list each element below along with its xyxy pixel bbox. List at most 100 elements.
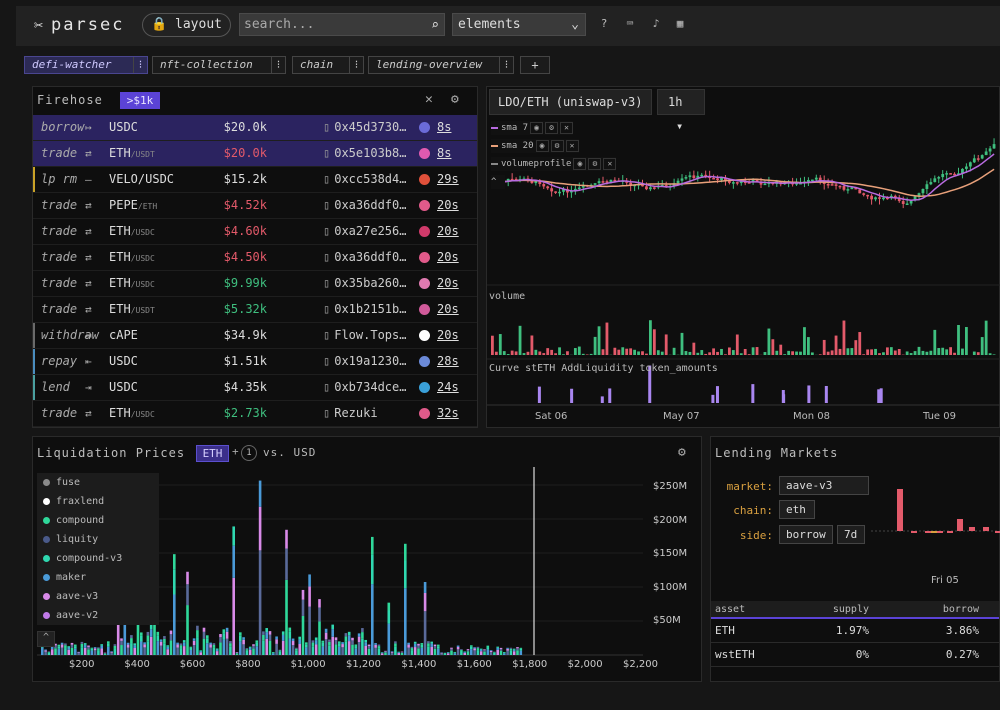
legend-item[interactable]: maker <box>43 572 86 583</box>
elements-select[interactable]: elements ⌄ <box>452 13 586 36</box>
column-header[interactable]: asset <box>715 601 745 619</box>
app-logo[interactable]: ✂ parsec <box>34 15 124 35</box>
kebab-icon[interactable]: ⁝ <box>271 57 285 73</box>
token-pair[interactable]: USDC <box>109 375 138 401</box>
token-pair[interactable]: ETH/USDC <box>109 401 155 427</box>
kebab-icon[interactable]: ⁝ <box>349 57 363 73</box>
age-link[interactable]: 8s <box>437 115 451 140</box>
liquidation-bar <box>437 646 440 649</box>
age-link[interactable]: 20s <box>437 271 459 296</box>
list-item[interactable]: withdraw ↤ cAPE $34.9k ▯ Flow.Tops… 20s <box>33 323 477 349</box>
list-item[interactable]: trade ⇄ ETH/USDC $4.50k ▯ 0xa36ddf0… 20s <box>33 245 477 271</box>
table-row[interactable]: ETH 1.97% 3.86% <box>711 619 999 643</box>
indicator-sma7[interactable]: sma 7 ◉ ⚙ ✕ <box>491 121 574 135</box>
tab-defi-watcher[interactable]: defi-watcher ⁝ <box>24 56 148 74</box>
list-item[interactable]: trade ⇄ ETH/USDT $20.0k ▯ 0x5e103b8… 8s <box>33 141 477 167</box>
liquidation-bar <box>196 625 199 631</box>
token-pair[interactable]: VELO/USDC <box>109 167 174 193</box>
list-item[interactable]: trade ⇄ ETH/USDC $2.73k ▯ Rezuki 32s <box>33 401 477 427</box>
tab-chain[interactable]: chain ⁝ <box>292 56 364 74</box>
pair-title[interactable]: LDO/ETH (uniswap-v3) <box>489 89 652 115</box>
age-link[interactable]: 29s <box>437 167 459 192</box>
token-pair[interactable]: USDC <box>109 115 138 141</box>
age-link[interactable]: 8s <box>437 141 451 166</box>
legend-item[interactable]: compound-v3 <box>43 553 122 564</box>
legend-item[interactable]: aave-v3 <box>43 591 98 602</box>
address-link[interactable]: ▯ 0xcc538d4… <box>323 167 406 192</box>
legend-item[interactable]: fuse <box>43 477 80 488</box>
age-link[interactable]: 24s <box>437 375 459 400</box>
address-link[interactable]: ▯ 0x35ba260… <box>323 271 406 296</box>
collapse-icon[interactable]: ^ <box>491 175 505 189</box>
list-item[interactable]: lp rm — VELO/USDC $15.2k ▯ 0xcc538d4… 29s <box>33 167 477 193</box>
address-link[interactable]: ▯ 0xa36ddf0… <box>323 193 406 218</box>
age-link[interactable]: 28s <box>437 349 459 374</box>
tab-lending-overview[interactable]: lending-overview ⁝ <box>368 56 514 74</box>
interval-select[interactable]: 1h ▾ <box>657 89 705 133</box>
shuffle-icon[interactable]: ✕ <box>425 92 433 107</box>
list-item[interactable]: repay ⇤ USDC $1.51k ▯ 0x19a1230… 28s <box>33 349 477 375</box>
amount-filter-badge[interactable]: >$1k <box>120 92 160 109</box>
address-link[interactable]: ▯ 0xa36ddf0… <box>323 245 406 270</box>
list-item[interactable]: lend ⇥ USDC $4.35k ▯ 0xb734dce… 24s <box>33 375 477 401</box>
market-select[interactable]: aave-v3 <box>779 476 869 495</box>
grid-icon[interactable]: ▦ <box>673 17 687 31</box>
age-link[interactable]: 20s <box>437 193 459 218</box>
token-pair[interactable]: USDC <box>109 349 138 375</box>
liquidation-bar <box>143 647 146 655</box>
age-link[interactable]: 20s <box>437 245 459 270</box>
list-item[interactable]: trade ⇄ ETH/USDT $5.32k ▯ 0x1b2151b… 20s <box>33 297 477 323</box>
address-link[interactable]: ▯ Flow.Tops… <box>323 323 406 348</box>
token-pair[interactable]: ETH/USDC <box>109 219 155 245</box>
gear-icon[interactable]: ⚙ <box>451 92 459 107</box>
volume-bar <box>585 354 589 355</box>
add-tab-button[interactable]: + <box>520 56 550 74</box>
kebab-icon[interactable]: ⁝ <box>133 57 147 73</box>
layout-button[interactable]: 🔒 layout <box>142 13 231 37</box>
column-header[interactable]: supply <box>825 601 869 619</box>
legend-item[interactable]: compound <box>43 515 104 526</box>
token-pair[interactable]: ETH/USDT <box>109 141 155 167</box>
address-link[interactable]: ▯ 0x1b2151b… <box>323 297 406 322</box>
table-row[interactable]: wstETH 0% 0.27% <box>711 643 999 667</box>
list-item[interactable]: borrow ↦ USDC $20.0k ▯ 0x45d3730… 8s <box>33 115 477 141</box>
indicator-sma20[interactable]: sma 20 ◉ ⚙ ✕ <box>491 139 579 153</box>
token-pair[interactable]: cAPE <box>109 323 138 349</box>
chain-select[interactable]: eth <box>779 500 815 519</box>
address-link[interactable]: ▯ Rezuki <box>323 401 378 426</box>
column-header[interactable]: borrow <box>927 601 979 619</box>
tab-nft-collection[interactable]: nft-collection ⁝ <box>152 56 286 74</box>
list-item[interactable]: trade ⇄ ETH/USDC $9.99k ▯ 0x35ba260… 20s <box>33 271 477 297</box>
side-select[interactable]: borrow <box>779 525 833 544</box>
volume-bar <box>775 350 779 355</box>
address-link[interactable]: ▯ 0xa27e256… <box>323 219 406 244</box>
help-icon[interactable]: ? <box>597 17 611 31</box>
token-pair[interactable]: ETH/USDC <box>109 245 155 271</box>
address-link[interactable]: ▯ 0xb734dce… <box>323 375 406 400</box>
age-link[interactable]: 20s <box>437 219 459 244</box>
keyboard-icon[interactable]: ⌨ <box>623 17 637 31</box>
bell-icon[interactable]: ♪ <box>649 17 663 31</box>
address-link[interactable]: ▯ 0x19a1230… <box>323 349 406 374</box>
token-pair[interactable]: ETH/USDC <box>109 271 155 297</box>
legend-item[interactable]: fraxlend <box>43 496 104 507</box>
age-link[interactable]: 20s <box>437 323 459 348</box>
kebab-icon[interactable]: ⁝ <box>499 57 513 73</box>
legend-item[interactable]: liquity <box>43 534 98 545</box>
address-link[interactable]: ▯ 0x45d3730… <box>323 115 406 140</box>
token-pair[interactable]: PEPE/ETH <box>109 193 157 219</box>
indicator-volumeprofile[interactable]: volumeprofile ◉ ⚙ ✕ <box>491 157 617 171</box>
legend-item[interactable]: aave-v2 <box>43 610 98 621</box>
list-item[interactable]: trade ⇄ ETH/USDC $4.60k ▯ 0xa27e256… 20s <box>33 219 477 245</box>
rate-chart[interactable] <box>871 473 1000 583</box>
range-select[interactable]: 7d <box>837 525 865 544</box>
collapse-icon[interactable]: ^ <box>37 631 55 647</box>
liquidation-bar <box>219 642 222 655</box>
token-pair[interactable]: ETH/USDT <box>109 297 155 323</box>
address-link[interactable]: ▯ 0x5e103b8… <box>323 141 406 166</box>
age-link[interactable]: 32s <box>437 401 459 426</box>
list-item[interactable]: trade ⇄ PEPE/ETH $4.52k ▯ 0xa36ddf0… 20s <box>33 193 477 219</box>
liquidation-bar <box>169 640 173 655</box>
age-link[interactable]: 20s <box>437 297 459 322</box>
search-input[interactable]: search... ⌕ <box>239 13 445 36</box>
